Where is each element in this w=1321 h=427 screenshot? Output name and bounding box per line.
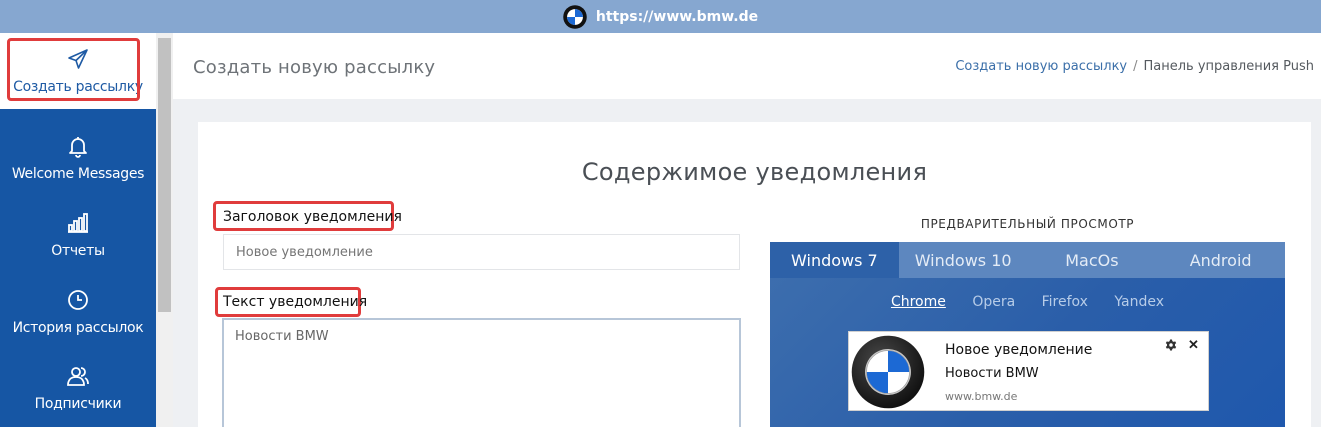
notification-preview: Новое уведомление Новости BMW www.bmw.de… [848, 331, 1209, 411]
notification-site: www.bmw.de [945, 390, 1018, 403]
url-text: https://www.bmw.de [595, 8, 759, 25]
sidebar: Создать рассылку Welcome Messages Отчеты… [0, 33, 156, 427]
sidebar-item-label: Welcome Messages [11, 166, 145, 182]
tab-firefox[interactable]: Firefox [1042, 294, 1088, 310]
sidebar-scrollbar-thumb[interactable] [158, 38, 171, 312]
tab-android[interactable]: Android [1156, 242, 1285, 278]
close-icon[interactable]: ✕ [1188, 337, 1199, 353]
preview-panel: Windows 7 Windows 10 MacOs Android Chrom… [770, 242, 1285, 427]
preview-label: ПРЕДВАРИТЕЛЬНЫЙ ПРОСМОТР [920, 217, 1135, 231]
bmw-logo-icon [563, 4, 587, 29]
tab-yandex[interactable]: Yandex [1114, 294, 1164, 310]
tab-macos[interactable]: MacOs [1028, 242, 1157, 278]
sidebar-item-label: Подписчики [34, 396, 122, 412]
notification-text: Новости BMW [945, 366, 1039, 381]
sidebar-item-reports[interactable]: Отчеты [0, 198, 156, 272]
tab-windows-7[interactable]: Windows 7 [770, 242, 899, 278]
tab-opera[interactable]: Opera [972, 294, 1015, 310]
section-title: Содержимое уведомления [581, 158, 928, 186]
sidebar-item-history[interactable]: История рассылок [0, 275, 156, 349]
os-tabs: Windows 7 Windows 10 MacOs Android [770, 242, 1285, 278]
bar-chart-icon [68, 213, 88, 233]
tab-chrome[interactable]: Chrome [891, 294, 946, 310]
sidebar-item-label: Отчеты [51, 243, 105, 259]
sidebar-item-subscribers[interactable]: Подписчики [0, 351, 156, 425]
page-header: Создать новую рассылку Создать новую рас… [173, 33, 1321, 99]
sidebar-item-welcome-messages[interactable]: Welcome Messages [0, 121, 156, 195]
breadcrumb-current: Панель управления Push [1143, 59, 1315, 74]
title-input[interactable] [223, 234, 740, 270]
sidebar-item-label: История рассылок [12, 320, 144, 336]
breadcrumb: Создать новую рассылку / Панель управления… [955, 59, 1314, 74]
breadcrumb-link[interactable]: Создать новую рассылку [955, 59, 1127, 74]
text-input[interactable]: Новости BMW [222, 318, 741, 427]
page-title: Создать новую рассылку [193, 57, 436, 78]
tab-windows-10[interactable]: Windows 10 [899, 242, 1028, 278]
sidebar-item-create-mailing[interactable]: Создать рассылку [0, 33, 156, 109]
title-field-label: Заголовок уведомления [223, 209, 402, 225]
users-icon [67, 367, 89, 386]
notification-title: Новое уведомление [945, 342, 1093, 358]
highlight-box [7, 38, 140, 101]
notification-content-card: Содержимое уведомления Заголовок уведомл… [198, 122, 1311, 427]
bmw-logo-icon [851, 335, 925, 409]
browser-tabs: Chrome Opera Firefox Yandex [770, 294, 1285, 310]
gear-icon[interactable] [1165, 339, 1177, 351]
clock-icon [68, 290, 88, 310]
bell-icon [69, 137, 87, 158]
text-field-label: Текст уведомления [223, 294, 368, 310]
url-bar: https://www.bmw.de [0, 0, 1321, 33]
breadcrumb-separator: / [1133, 59, 1138, 74]
